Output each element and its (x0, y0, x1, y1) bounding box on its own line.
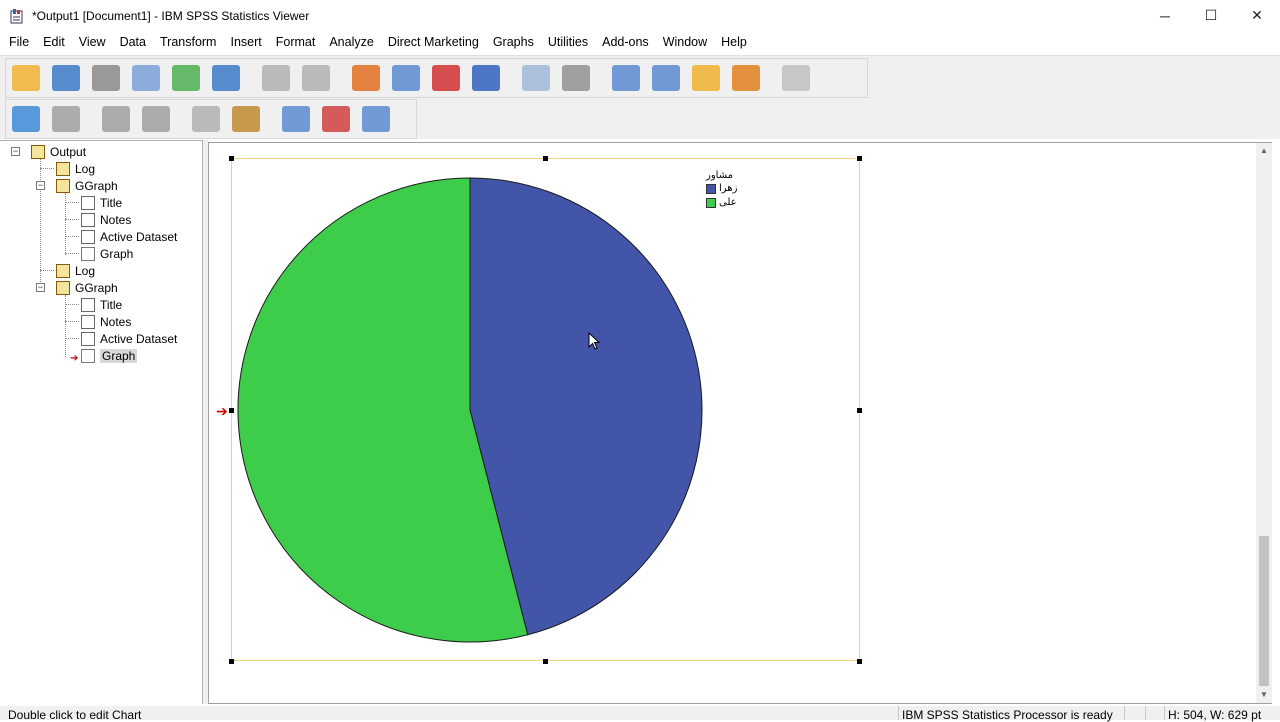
legend-label: علی (719, 197, 737, 208)
mouse-cursor-icon (588, 332, 600, 350)
legend-swatch (706, 183, 716, 194)
legend-item: زهرا (706, 182, 737, 195)
legend-title: مشاور (706, 170, 733, 181)
legend-label: زهرا (719, 183, 738, 194)
pie-chart[interactable] (0, 0, 1280, 720)
chart-legend: مشاور زهرا علی (706, 170, 737, 209)
legend-item: علی (706, 196, 737, 209)
status-bar: Double click to edit Chart IBM SPSS Stat… (0, 706, 1280, 722)
legend-swatch (706, 197, 716, 208)
